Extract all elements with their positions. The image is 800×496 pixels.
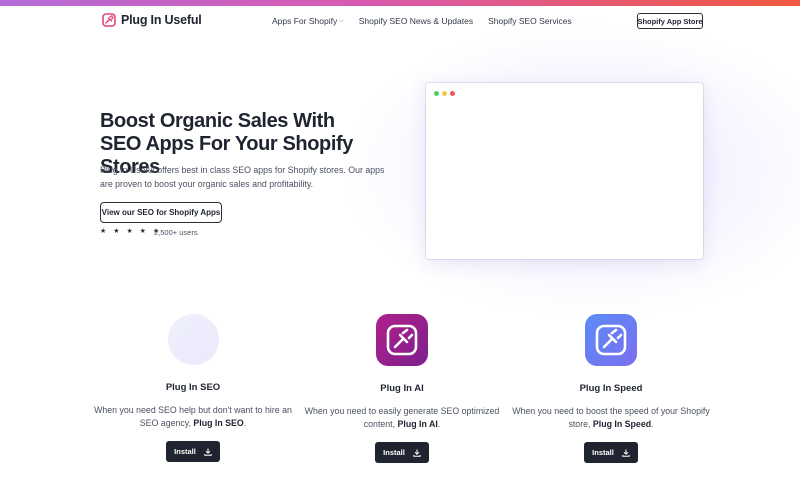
browser-viewport bbox=[434, 101, 695, 251]
download-icon bbox=[204, 448, 212, 456]
window-controls bbox=[434, 91, 455, 96]
view-apps-button[interactable]: View our SEO for Shopify Apps bbox=[100, 202, 222, 223]
shopify-app-store-button[interactable]: Shopify App Store bbox=[637, 13, 703, 29]
nav-item-seo-services[interactable]: Shopify SEO Services bbox=[488, 16, 572, 26]
nav-item-apps-for-shopify[interactable]: Apps For Shopify ⌵ bbox=[272, 16, 344, 26]
install-button[interactable]: Install bbox=[375, 442, 429, 463]
plug-icon bbox=[386, 324, 418, 356]
app-title: Plug In Speed bbox=[579, 383, 643, 394]
rating-stars: ★ ★ ★ ★ ★ bbox=[100, 228, 162, 235]
app-description: When you need to boost the speed of your… bbox=[511, 405, 711, 431]
top-gradient-bar bbox=[0, 0, 800, 6]
app-description: When you need SEO help but don't want to… bbox=[93, 404, 293, 430]
app-description-highlight: Plug In AI bbox=[397, 419, 438, 429]
install-button[interactable]: Install bbox=[584, 442, 638, 463]
app-description: When you need to easily generate SEO opt… bbox=[302, 405, 502, 431]
logo[interactable]: Plug In Useful bbox=[102, 13, 202, 27]
download-icon bbox=[622, 449, 630, 457]
plug-in-speed-icon bbox=[585, 314, 637, 366]
hero-description: Plug In Useful offers best in class SEO … bbox=[100, 165, 385, 189]
window-dot-yellow bbox=[442, 91, 447, 96]
nav-item-seo-news[interactable]: Shopify SEO News & Updates bbox=[359, 16, 473, 26]
window-dot-green bbox=[434, 91, 439, 96]
window-dot-red bbox=[450, 91, 455, 96]
app-description-suffix: . bbox=[437, 419, 441, 429]
users-count: 2,500+ users bbox=[154, 228, 198, 237]
install-label: Install bbox=[592, 448, 614, 457]
install-label: Install bbox=[174, 447, 196, 456]
main-nav: Apps For Shopify ⌵ Shopify SEO News & Up… bbox=[272, 16, 572, 26]
app-title: Plug In AI bbox=[380, 383, 424, 394]
nav-item-label: Apps For Shopify bbox=[272, 16, 338, 26]
logo-text: Plug In Useful bbox=[121, 13, 202, 27]
plug-in-ai-icon bbox=[376, 314, 428, 366]
app-description-suffix: . bbox=[243, 418, 247, 428]
app-card-plug-in-seo: Plug In SEO When you need SEO help but d… bbox=[93, 314, 293, 462]
app-description-suffix: . bbox=[651, 419, 654, 429]
plug-icon bbox=[595, 324, 627, 356]
app-card-plug-in-ai: Plug In AI When you need to easily gener… bbox=[302, 314, 502, 463]
app-description-highlight: Plug In Speed bbox=[592, 419, 652, 429]
install-label: Install bbox=[383, 448, 405, 457]
plug-in-useful-logo-icon bbox=[102, 13, 116, 27]
plug-in-seo-icon bbox=[167, 314, 219, 365]
browser-mockup bbox=[426, 83, 703, 259]
install-button[interactable]: Install bbox=[166, 441, 220, 462]
app-title: Plug In SEO bbox=[165, 382, 221, 393]
chevron-down-icon: ⌵ bbox=[339, 17, 344, 24]
download-icon bbox=[413, 449, 421, 457]
nav-item-label: Shopify SEO News & Updates bbox=[358, 16, 474, 26]
app-card-plug-in-speed: Plug In Speed When you need to boost the… bbox=[511, 314, 711, 463]
app-description-highlight: Plug In SEO bbox=[193, 418, 244, 428]
nav-item-label: Shopify SEO Services bbox=[488, 16, 572, 26]
